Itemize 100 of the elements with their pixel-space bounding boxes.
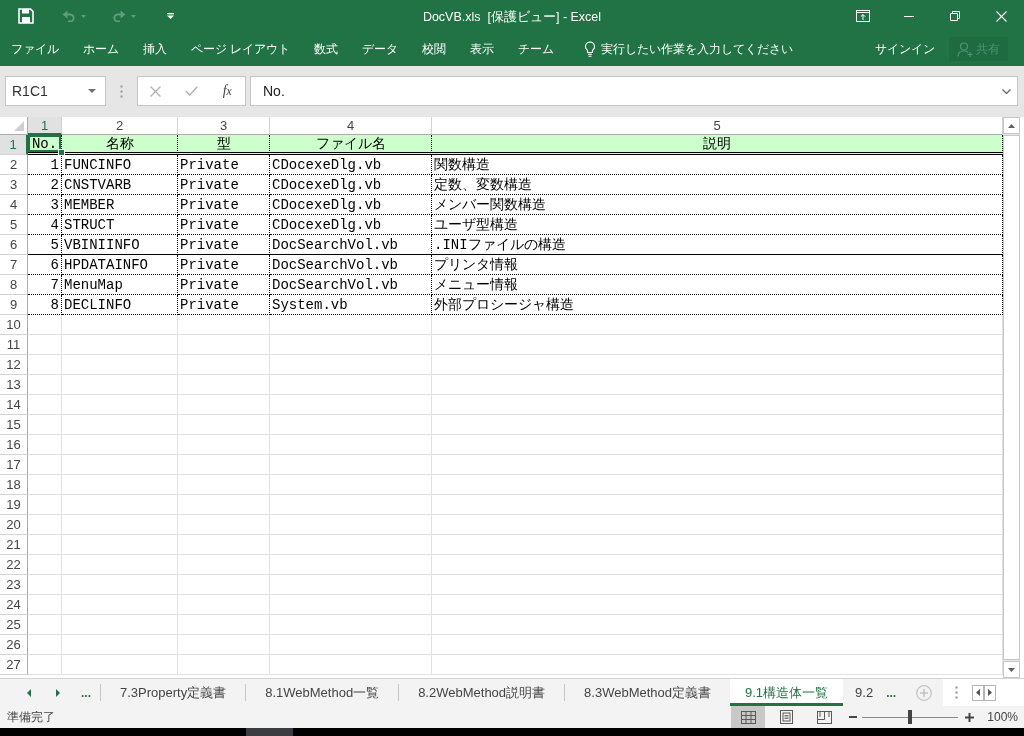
scroll-right-button[interactable] <box>984 684 997 701</box>
caret-down-icon <box>81 14 86 18</box>
ribbon-tab[interactable]: 数式 <box>302 34 351 64</box>
row-header[interactable]: 8 <box>0 275 28 295</box>
ribbon-tab[interactable]: 校閲 <box>410 34 459 64</box>
ribbon-tab[interactable]: ページ レイアウト <box>179 34 303 64</box>
sign-in-link[interactable]: サインイン <box>869 36 941 62</box>
table-cell: Private <box>178 255 270 275</box>
scroll-left-button[interactable] <box>972 684 985 701</box>
row-header[interactable]: 23 <box>0 575 28 595</box>
ribbon-tab[interactable]: 表示 <box>458 34 507 64</box>
sheet-tab[interactable]: 8.2WebMethod説明書 <box>399 679 565 706</box>
row-header[interactable]: 9 <box>0 295 28 315</box>
row-header[interactable]: 11 <box>0 335 28 355</box>
column-header[interactable]: 5 <box>432 117 1003 135</box>
taskbar-button[interactable] <box>246 728 293 736</box>
ribbon-tab[interactable]: データ <box>350 34 411 64</box>
scroll-up-button[interactable] <box>1003 117 1020 134</box>
slider-thumb[interactable] <box>908 710 913 724</box>
table-cell: ユーザ型構造 <box>432 215 1003 235</box>
ribbon-tab[interactable]: ホーム <box>71 34 131 64</box>
tell-me-field[interactable]: 実行したい作業を入力してください <box>580 36 798 62</box>
row-header[interactable]: 7 <box>0 255 28 275</box>
table-cell: メンバー関数構造 <box>432 195 1003 215</box>
table-cell: Private <box>178 175 270 195</box>
table-cell: MEMBER <box>62 195 178 215</box>
sheet-tab[interactable]: 9.1構造体一覧 <box>730 679 844 706</box>
plus-icon <box>965 712 975 722</box>
caret-right-icon <box>56 688 60 697</box>
row-header[interactable]: 25 <box>0 615 28 635</box>
box-arrow-up-icon <box>856 10 870 22</box>
column-header[interactable]: 2 <box>62 117 178 135</box>
sheet-tab[interactable]: 8.1WebMethod一覧 <box>246 679 399 706</box>
split-page-icon <box>816 710 832 724</box>
row-header[interactable]: 27 <box>0 655 28 675</box>
table-cell: FUNCINFO <box>62 155 178 175</box>
sheet-tab[interactable]: 8.3WebMethod定義書 <box>565 679 730 706</box>
row-header[interactable]: 20 <box>0 515 28 535</box>
table-cell: Private <box>178 215 270 235</box>
header-cell: No. <box>28 135 62 155</box>
row-header[interactable]: 3 <box>0 175 28 195</box>
table-cell: DocSearchVol.vb <box>270 255 432 275</box>
row-header[interactable]: 10 <box>0 315 28 335</box>
row-header[interactable]: 1 <box>0 135 28 155</box>
row-header[interactable]: 19 <box>0 495 28 515</box>
row-header[interactable]: 12 <box>0 355 28 375</box>
ribbon-tab[interactable]: チーム <box>506 34 567 64</box>
scroll-down-button[interactable] <box>1003 661 1020 678</box>
row-header[interactable]: 13 <box>0 375 28 395</box>
row-header[interactable]: 5 <box>0 215 28 235</box>
ribbon-tab[interactable]: ファイル <box>0 34 71 64</box>
row-header[interactable]: 26 <box>0 635 28 655</box>
table-cell: System.vb <box>270 295 432 315</box>
fill-handle[interactable] <box>58 149 65 156</box>
page-icon <box>779 710 793 724</box>
table-cell: Private <box>178 235 270 255</box>
row-header[interactable]: 17 <box>0 455 28 475</box>
close-icon <box>995 10 1007 22</box>
select-all-button[interactable] <box>0 117 28 135</box>
row-header[interactable]: 14 <box>0 395 28 415</box>
name-box[interactable]: R1C1 <box>5 76 106 106</box>
column-header[interactable]: 4 <box>270 117 432 135</box>
table-cell: STRUCT <box>62 215 178 235</box>
table-cell: 4 <box>28 215 62 235</box>
table-cell: Private <box>178 275 270 295</box>
more-sheets-button[interactable]: ... <box>76 679 96 706</box>
person-icon <box>957 41 973 57</box>
row-header[interactable]: 16 <box>0 435 28 455</box>
row-header[interactable]: 6 <box>0 235 28 255</box>
chevron-down-icon <box>1002 88 1011 94</box>
normal-view-button[interactable] <box>731 706 766 728</box>
caret-down-icon <box>131 14 136 18</box>
formula-field[interactable]: No. <box>250 76 1018 106</box>
table-cell: 定数、変数構造 <box>432 175 1003 195</box>
header-cell: 説明 <box>432 135 1003 155</box>
header-cell: 名称 <box>62 135 178 155</box>
table-cell: CNSTVARB <box>62 175 178 195</box>
sheet-tab[interactable]: 7.3Property定義書 <box>101 679 246 706</box>
row-header[interactable]: 4 <box>0 195 28 215</box>
ribbon-tab[interactable]: 挿入 <box>131 34 179 64</box>
vertical-dots-icon <box>955 686 959 699</box>
table-cell: Private <box>178 295 270 315</box>
table-cell: DECLINFO <box>62 295 178 315</box>
table-cell: HPDATAINFO <box>62 255 178 275</box>
row-header[interactable]: 22 <box>0 555 28 575</box>
column-header[interactable]: 3 <box>178 117 270 135</box>
caret-up-icon <box>1008 123 1015 128</box>
row-header[interactable]: 21 <box>0 535 28 555</box>
sheet-tab[interactable]: 9.2 <box>843 679 880 706</box>
column-header[interactable]: 1 <box>28 117 62 135</box>
zoom-level-button[interactable]: 100% <box>977 706 1024 728</box>
more-sheets-button[interactable]: ... <box>881 679 902 706</box>
grid-icon <box>740 710 756 724</box>
table-cell: 7 <box>28 275 62 295</box>
row-header[interactable]: 24 <box>0 595 28 615</box>
header-cell: 型 <box>178 135 270 155</box>
row-header[interactable]: 15 <box>0 415 28 435</box>
row-header[interactable]: 2 <box>0 155 28 175</box>
header-cell: ファイル名 <box>270 135 432 155</box>
row-header[interactable]: 18 <box>0 475 28 495</box>
